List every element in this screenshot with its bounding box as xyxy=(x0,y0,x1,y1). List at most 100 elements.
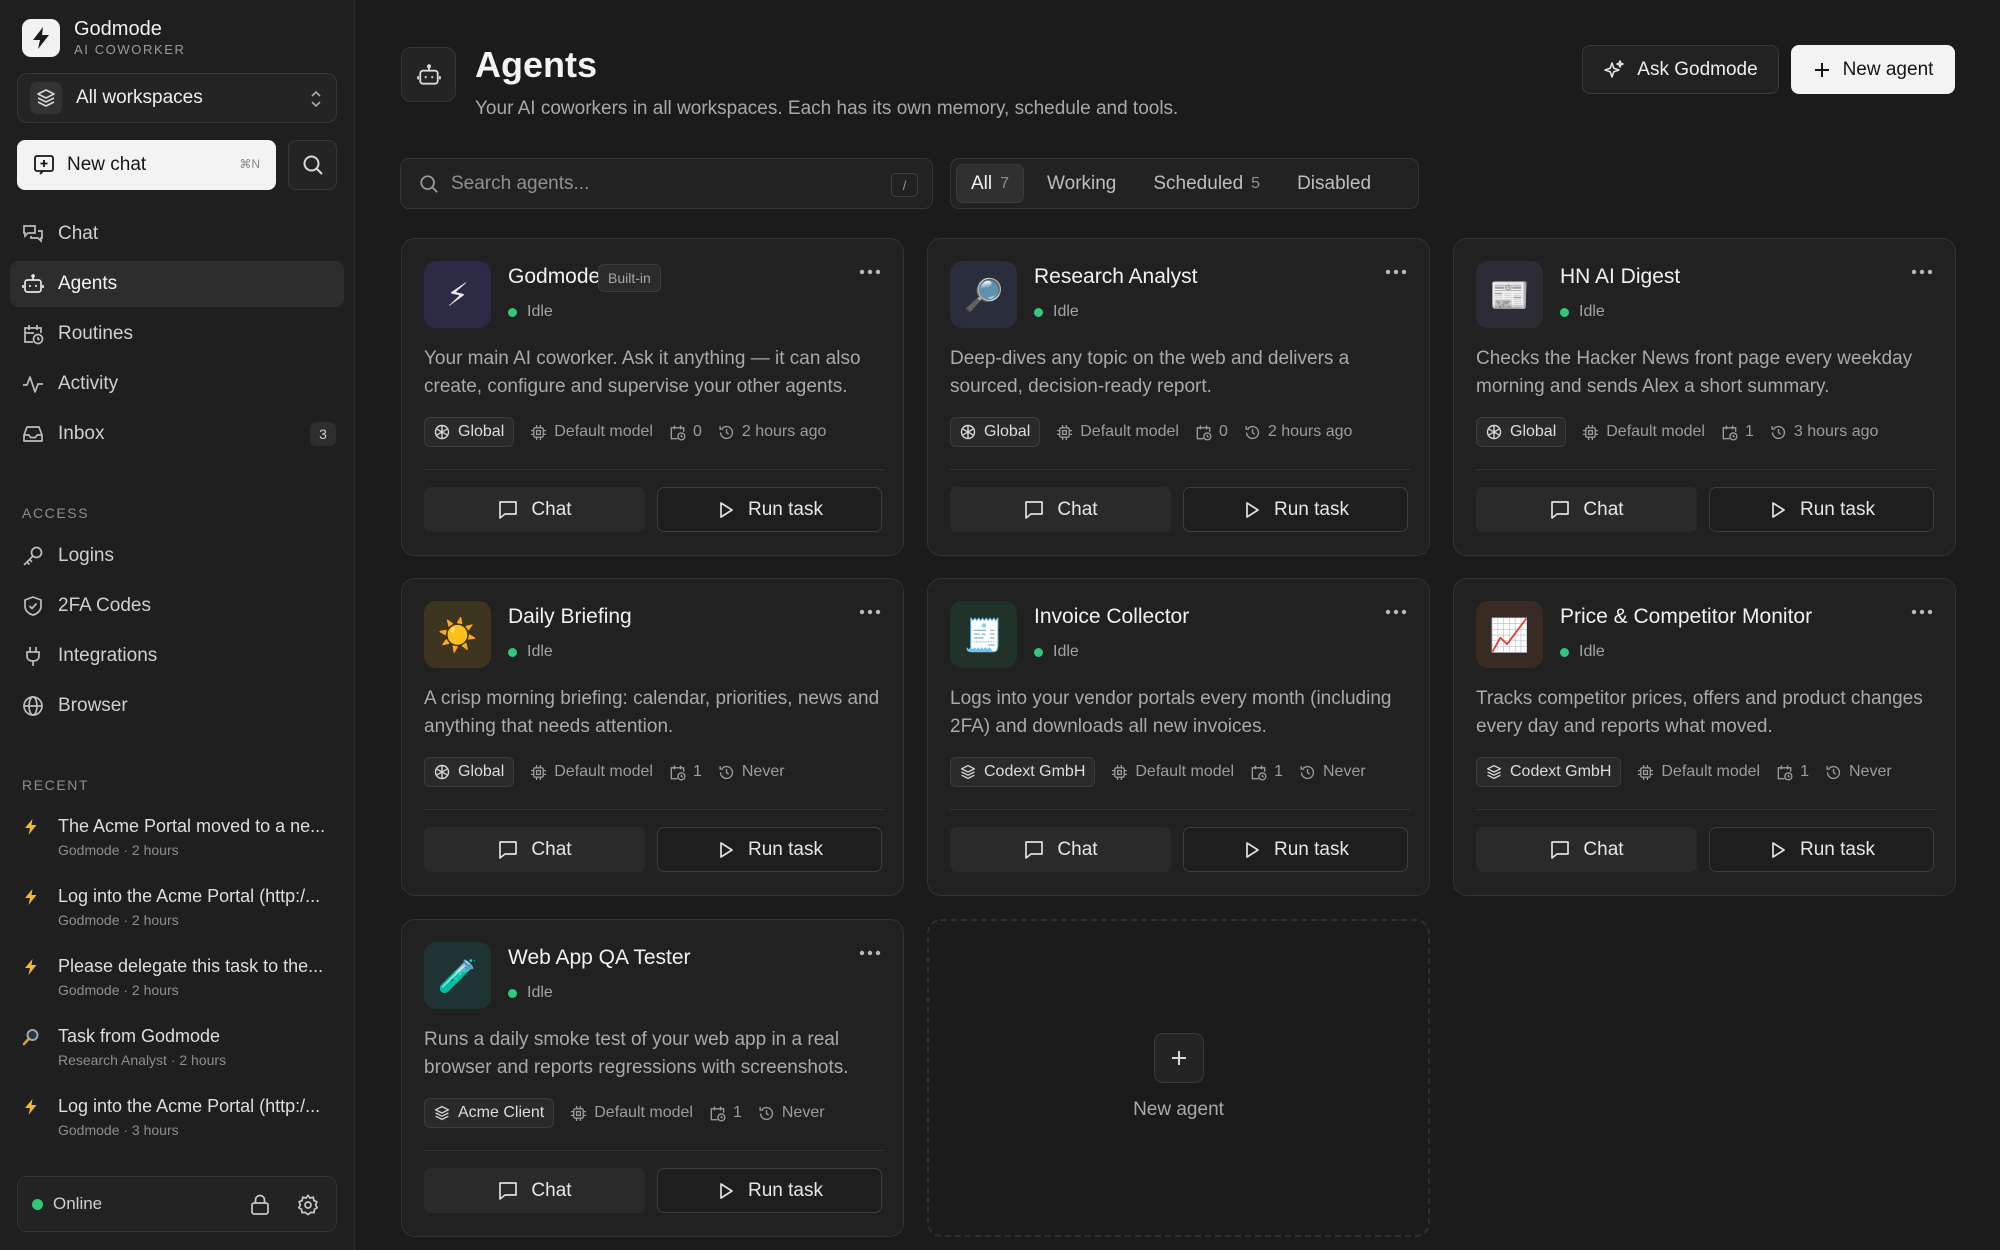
shield-check-icon xyxy=(24,596,42,616)
sidebar-item-browser[interactable]: Browser xyxy=(10,683,344,729)
online-status-dot xyxy=(32,1198,43,1210)
agent-search-field[interactable]: / xyxy=(400,158,933,209)
agent-card-research-analyst[interactable]: 🔎 Research Analyst Idle Deep-dives any topi… xyxy=(927,238,1430,556)
sidebar-item-activity[interactable]: Activity xyxy=(10,361,344,407)
tab-scheduled[interactable]: Scheduled 5 xyxy=(1139,164,1274,203)
recent-chat-item[interactable]: The Acme Portal moved to a ne... Godmode… xyxy=(22,814,338,860)
chat-button[interactable]: Chat xyxy=(950,827,1171,872)
workspace-selector[interactable]: All workspaces xyxy=(17,73,337,123)
new-chat-button[interactable]: New chat ⌘N xyxy=(17,140,276,190)
recent-chat-item[interactable]: Task from Godmode Research Analyst · 2 h… xyxy=(22,1024,338,1070)
scope-chip: Codext GmbH xyxy=(950,757,1096,787)
run-task-button[interactable]: Run task xyxy=(1709,487,1934,532)
scope-label: Global xyxy=(984,423,1031,440)
agents-header-icon xyxy=(401,47,456,102)
tab-disabled[interactable]: Disabled xyxy=(1283,164,1385,203)
agent-card-godmode[interactable]: ⚡ Godmode Built-in Idle Your main AI coworke… xyxy=(401,238,904,556)
more-options-icon[interactable] xyxy=(859,950,881,956)
sidebar-item-label: Inbox xyxy=(58,423,105,444)
recent-chat-item[interactable]: Please delegate this task to the... Godm… xyxy=(22,954,338,1000)
card-divider xyxy=(950,809,1410,810)
agent-description: Your main AI coworker. Ask it anything —… xyxy=(424,348,861,397)
agent-name: Invoice Collector xyxy=(1034,605,1190,628)
cube-icon xyxy=(434,424,450,440)
agent-card-invoice-collector[interactable]: 🧾 Invoice Collector Idle Logs into your ven… xyxy=(927,578,1430,896)
agent-filter-tabs: All 7 Working Scheduled 5 Disabled xyxy=(950,158,1419,209)
more-options-icon[interactable] xyxy=(1385,269,1407,275)
sidebar-item-label: Chat xyxy=(58,223,99,244)
lightning-icon: ⚡ xyxy=(424,261,491,328)
run-task-label: Run task xyxy=(748,498,823,520)
last-run: 2 hours ago xyxy=(718,423,826,441)
more-options-icon[interactable] xyxy=(1911,609,1933,615)
run-task-button[interactable]: Run task xyxy=(1183,827,1408,872)
sidebar-item-inbox[interactable]: Inbox 3 xyxy=(10,411,344,457)
chat-button-label: Chat xyxy=(1583,498,1624,520)
agent-meta: Global Default model 1 Never xyxy=(424,757,785,787)
plus-icon xyxy=(1154,1033,1204,1083)
new-agent-card[interactable]: New agent xyxy=(927,919,1430,1237)
lightning-icon xyxy=(25,1099,37,1115)
routines-count: 1 xyxy=(1776,763,1809,781)
routines-count-label: 1 xyxy=(732,1104,742,1121)
more-options-icon[interactable] xyxy=(859,269,881,275)
run-task-button[interactable]: Run task xyxy=(1709,827,1934,872)
run-task-label: Run task xyxy=(748,838,823,860)
layers-icon xyxy=(30,82,62,114)
chat-button[interactable]: Chat xyxy=(950,487,1171,532)
chat-icon xyxy=(1549,839,1571,861)
calendar-clock-icon xyxy=(24,325,44,345)
sidebar-item-chat[interactable]: Chat xyxy=(10,211,344,257)
run-task-button[interactable]: Run task xyxy=(657,827,882,872)
agent-card-hn-ai-digest[interactable]: 📰 HN AI Digest Idle Checks the Hacker News … xyxy=(1453,238,1956,556)
model-label: Default model xyxy=(594,1104,693,1121)
recent-chat-item[interactable]: Log into the Acme Portal (http:/... Godm… xyxy=(22,1094,338,1140)
lock-icon[interactable] xyxy=(250,1194,270,1216)
sidebar-search-button[interactable] xyxy=(288,140,337,190)
agent-meta: Codext GmbH Default model 1 Never xyxy=(950,757,1366,787)
sidebar-item-integrations[interactable]: Integrations xyxy=(10,633,344,679)
scope-label: Acme Client xyxy=(458,1104,545,1121)
model-label: Default model xyxy=(1606,423,1705,440)
recent-chat-item[interactable]: Log into the Acme Portal (http:/... Godm… xyxy=(22,884,338,930)
tab-all[interactable]: All 7 xyxy=(956,164,1025,203)
sidebar-item-routines[interactable]: Routines xyxy=(10,311,344,357)
agent-card-daily-briefing[interactable]: ☀️ Daily Briefing Idle A crisp morning brie… xyxy=(401,578,904,896)
agent-avatar-glyph: 🔎 xyxy=(963,276,1004,313)
new-agent-button[interactable]: New agent xyxy=(1791,45,1955,94)
sidebar-item-2fa-codes[interactable]: 2FA Codes xyxy=(10,583,344,629)
sidebar-item-logins[interactable]: Logins xyxy=(10,533,344,579)
lightning-icon xyxy=(25,819,37,835)
play-icon xyxy=(1242,840,1262,860)
scope-chip: Global xyxy=(424,417,515,447)
agent-avatar-glyph: 🧾 xyxy=(963,616,1004,653)
chat-icon xyxy=(497,499,519,521)
run-task-button[interactable]: Run task xyxy=(1183,487,1408,532)
more-options-icon[interactable] xyxy=(859,609,881,615)
chat-button[interactable]: Chat xyxy=(424,487,645,532)
more-options-icon[interactable] xyxy=(1385,609,1407,615)
model-label: Default model xyxy=(1080,423,1179,440)
ask-godmode-button[interactable]: Ask Godmode xyxy=(1582,45,1779,94)
card-divider xyxy=(424,809,884,810)
tab-working[interactable]: Working xyxy=(1033,164,1130,203)
more-options-icon[interactable] xyxy=(1911,269,1933,275)
agent-card-price-and-competitor-monitor[interactable]: 📈 Price & Competitor Monitor Idle Tracks co… xyxy=(1453,578,1956,896)
search-input[interactable] xyxy=(451,172,871,195)
play-icon xyxy=(716,840,736,860)
gear-icon[interactable] xyxy=(297,1194,319,1216)
chat-button[interactable]: Chat xyxy=(1476,827,1697,872)
layers-icon xyxy=(960,764,976,780)
run-task-label: Run task xyxy=(1800,838,1875,860)
sidebar-item-agents[interactable]: Agents xyxy=(10,261,344,307)
chat-button[interactable]: Chat xyxy=(1476,487,1697,532)
chat-button[interactable]: Chat xyxy=(424,1168,645,1213)
agent-card-web-app-qa-tester[interactable]: 🧪 Web App QA Tester Idle Runs a daily smoke… xyxy=(401,919,904,1237)
run-task-button[interactable]: Run task xyxy=(657,487,882,532)
status-label: Online xyxy=(53,1194,103,1213)
run-task-button[interactable]: Run task xyxy=(657,1168,882,1213)
chat-button[interactable]: Chat xyxy=(424,827,645,872)
chip-icon xyxy=(1056,424,1073,441)
chip-icon xyxy=(570,1105,587,1122)
sidebar-item-label: Activity xyxy=(58,373,119,394)
